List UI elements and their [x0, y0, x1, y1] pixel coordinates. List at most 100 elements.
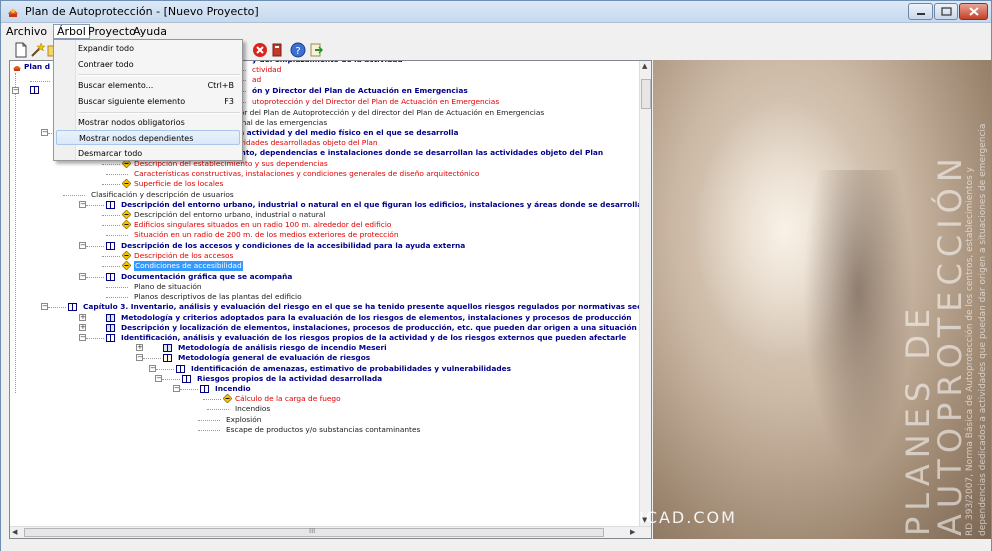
book-icon [106, 273, 115, 281]
tree-line [86, 246, 104, 247]
close-button[interactable] [959, 3, 988, 20]
collapse-toggle[interactable]: − [79, 201, 86, 208]
tree-node-label: Descripción de los accesos [134, 251, 234, 260]
tree-node[interactable]: Características constructivas, instalaci… [134, 169, 479, 179]
vertical-scrollbar[interactable]: ▲ ▼ [639, 61, 651, 526]
tree-node-label: Descripción y localización de elementos,… [121, 323, 640, 332]
tree-node-label: Documentación gráfica que se acompaña [121, 272, 293, 281]
collapse-toggle[interactable]: − [79, 334, 86, 341]
maximize-icon [941, 7, 952, 16]
tree-node[interactable]: Metodología general de evaluación de rie… [178, 353, 370, 363]
book-icon [106, 334, 115, 342]
tree-node-label: Situación en un radio de 200 m. de los m… [134, 230, 399, 239]
warning-diamond-icon [122, 220, 131, 229]
tree-node[interactable]: Clasificación y descripción de usuarios [91, 190, 234, 200]
delete-icon[interactable] [252, 42, 268, 58]
menu-item-desmarcar[interactable]: Desmarcar todo [78, 146, 240, 161]
tree-node[interactable]: Capítulo 3. Inventario, análisis y evalu… [83, 302, 640, 312]
new-document-icon[interactable] [13, 42, 29, 58]
tree-node[interactable]: Identificación, análisis y evaluación de… [121, 333, 626, 343]
tree-node[interactable]: Incendio [215, 384, 251, 394]
collapse-toggle[interactable]: − [136, 354, 143, 361]
collapse-toggle[interactable]: − [12, 87, 19, 94]
tree-node[interactable]: Cálculo de la carga de fuego [235, 394, 341, 404]
tree-node[interactable]: Descripción de los accesos y condiciones… [121, 241, 465, 251]
minimize-button[interactable] [908, 3, 933, 20]
maximize-button[interactable] [934, 3, 958, 20]
horizontal-scroll-thumb[interactable]: III [24, 527, 604, 537]
tree-node[interactable]: Superficie de los locales [134, 179, 223, 189]
horizontal-scrollbar[interactable]: ◀ III ▶ [10, 526, 651, 538]
document-icon [106, 314, 115, 322]
tree-line [15, 73, 16, 393]
tree-node[interactable]: Identificación de amenazas, estimativo d… [191, 364, 511, 374]
tree-node[interactable]: Descripción y localización de elementos,… [121, 323, 640, 333]
collapse-toggle[interactable]: − [41, 303, 48, 310]
open-wizard-icon[interactable] [30, 42, 46, 58]
tree-node-label: Descripción del entorno urbano, industri… [121, 200, 640, 209]
exit-icon[interactable] [308, 42, 324, 58]
menu-ayuda[interactable]: Ayuda [130, 24, 170, 39]
tree-line [203, 399, 221, 400]
tree-node[interactable]: Escape de productos y/o substancias cont… [226, 425, 420, 435]
tree-node[interactable]: ctividad [252, 65, 281, 75]
collapse-toggle[interactable]: − [155, 375, 162, 382]
menu-item-buscar-siguiente[interactable]: Buscar siguiente elemento F3 [78, 94, 240, 109]
tree-line [162, 379, 180, 380]
tree-node[interactable]: Descripción del entorno urbano, industri… [134, 210, 325, 220]
tree-node[interactable]: Explosión [226, 415, 261, 425]
tree-line [198, 420, 220, 421]
collapse-toggle[interactable]: − [149, 365, 156, 372]
tree-node[interactable]: ón y Director del Plan de Actuación en E… [252, 86, 468, 96]
collapse-toggle[interactable]: − [173, 385, 180, 392]
brand-watermark: RBICAD.COM [613, 508, 737, 527]
window-title: Plan de Autoprotección - [Nuevo Proyecto… [25, 5, 259, 18]
tree-line [102, 266, 120, 267]
tree-node[interactable]: Planos descriptivos de las plantas del e… [134, 292, 302, 302]
tree-node[interactable]: Edificios singulares situados en un radi… [134, 220, 391, 230]
tree-node[interactable]: ad [252, 75, 261, 85]
menu-separator [78, 74, 240, 76]
menu-item-contraer[interactable]: Contraer todo [78, 57, 240, 72]
menu-item-dependientes[interactable]: Mostrar nodos dependientes [56, 130, 240, 145]
warning-diamond-icon [122, 210, 131, 219]
book-icon [176, 365, 185, 373]
menu-archivo[interactable]: Archivo [3, 24, 50, 39]
menu-shortcut: Ctrl+B [207, 81, 234, 90]
tree-node-label: Capítulo 3. Inventario, análisis y evalu… [83, 302, 640, 311]
book-red-icon[interactable] [269, 42, 285, 58]
tree-node[interactable]: Documentación gráfica que se acompaña [121, 272, 292, 282]
collapse-toggle[interactable]: − [79, 242, 86, 249]
tree-node[interactable]: Situación en un radio de 200 m. de los m… [134, 230, 399, 240]
tree-line [86, 338, 104, 339]
help-icon[interactable]: ? [290, 42, 306, 58]
expand-toggle[interactable]: + [79, 314, 86, 321]
scroll-right-arrow[interactable]: ▶ [630, 528, 635, 536]
warning-diamond-icon [122, 261, 131, 270]
collapse-toggle[interactable]: − [41, 129, 48, 136]
tree-node-label: ctividad [252, 65, 282, 74]
tree-node[interactable]: utoprotección y del Director del Plan de… [252, 97, 499, 107]
tree-node[interactable]: Condiciones de accesibilidad [134, 261, 243, 271]
tree-node[interactable]: Riesgos propios de la actividad desarrol… [197, 374, 382, 384]
menu-item-buscar[interactable]: Buscar elemento... Ctrl+B [78, 78, 240, 93]
menu-item-label: Expandir todo [78, 44, 134, 53]
tree-node[interactable]: Metodología y criterios adoptados para l… [121, 313, 632, 323]
tree-node[interactable]: Descripción de los accesos [134, 251, 233, 261]
tree-node[interactable]: Incendios [235, 404, 270, 414]
tree-root-label[interactable]: Plan d [24, 62, 50, 72]
tree-line [86, 205, 104, 206]
menu-item-expandir[interactable]: Expandir todo [78, 41, 240, 56]
menu-item-obligatorios[interactable]: Mostrar nodos obligatorios [78, 115, 240, 130]
tree-node[interactable]: Metodología de análisis riesgo de incend… [178, 343, 387, 353]
collapse-toggle[interactable]: − [79, 273, 86, 280]
tree-node[interactable]: Descripción del entorno urbano, industri… [121, 200, 640, 210]
expand-toggle[interactable]: + [136, 344, 143, 351]
tree-node[interactable]: Plano de situación [134, 282, 202, 292]
scroll-left-arrow[interactable]: ◀ [12, 528, 17, 536]
book-icon [200, 385, 209, 393]
scroll-up-arrow[interactable]: ▲ [642, 62, 647, 70]
vertical-scroll-thumb[interactable] [641, 79, 651, 109]
expand-toggle[interactable]: + [79, 324, 86, 331]
tree-line [102, 215, 120, 216]
